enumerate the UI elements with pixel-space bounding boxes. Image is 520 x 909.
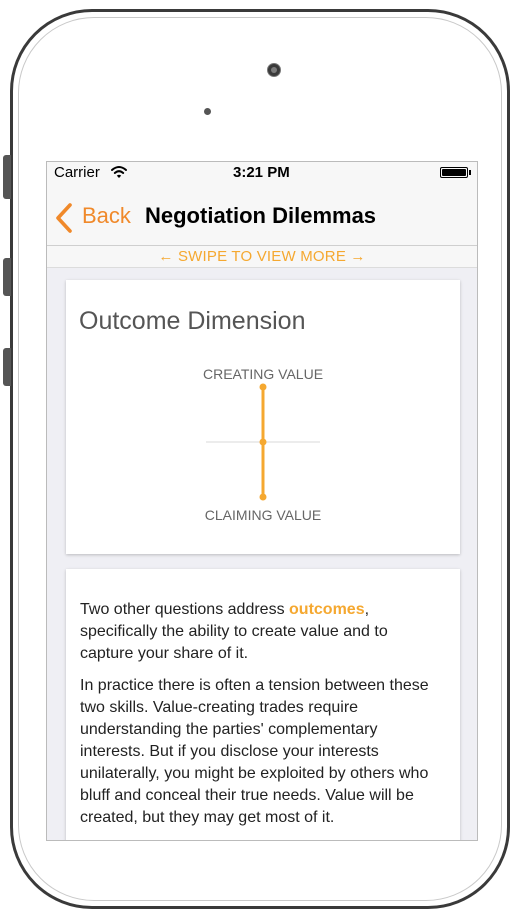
screen: Carrier 3:21 PM Back Negotiation Dilemma… (46, 161, 478, 841)
wifi-icon (111, 166, 127, 178)
bottom-axis-label: CLAIMING VALUE (204, 507, 322, 523)
center-point (259, 438, 267, 446)
battery-level (442, 169, 466, 176)
status-bar: Carrier 3:21 PM (47, 162, 477, 184)
p1-before: Two other questions address (80, 601, 290, 618)
battery-tip (469, 170, 471, 175)
navigation-bar: Back Negotiation Dilemmas (47, 184, 477, 246)
dimension-title: Outcome Dimension (79, 307, 306, 335)
volume-up-button (3, 258, 11, 296)
battery-icon (440, 167, 468, 178)
status-time: 3:21 PM (233, 164, 290, 181)
paragraph-1: Two other questions address outcomes, sp… (80, 599, 440, 665)
paragraph-2: In practice there is often a tension bet… (80, 677, 429, 826)
mute-switch (3, 155, 11, 199)
outcomes-link[interactable]: outcomes (289, 601, 365, 618)
bottom-point (259, 493, 267, 501)
chevron-left-icon (56, 203, 72, 233)
dimension-card: Outcome Dimension CREATING VALUE CLAIMIN… (66, 280, 460, 554)
proximity-sensor (204, 108, 211, 115)
carrier-label: Carrier (54, 164, 100, 181)
card-body: Two other questions address outcomes, sp… (80, 599, 440, 839)
page-title: Negotiation Dilemmas (145, 203, 377, 228)
text-card: Two other questions address outcomes, sp… (66, 569, 460, 840)
back-label: Back (82, 203, 131, 228)
volume-down-button (3, 348, 11, 386)
swipe-hint[interactable]: ← SWIPE TO VIEW MORE → (47, 246, 477, 268)
front-camera (267, 63, 281, 77)
top-point (259, 383, 267, 391)
dimension-diagram (206, 383, 320, 501)
